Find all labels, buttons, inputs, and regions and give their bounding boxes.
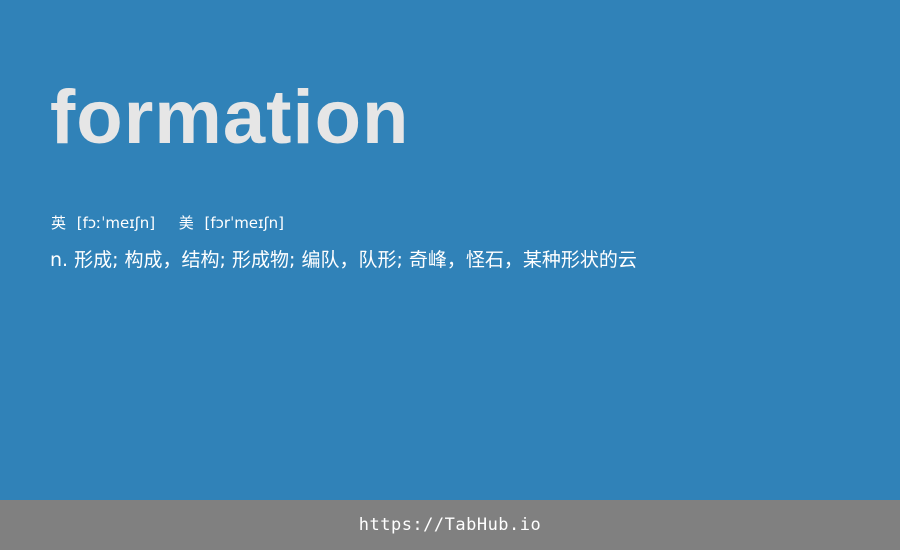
word-card: formation 英 [fɔːˈmeɪʃn] 美 [fɔrˈmeɪʃn] n.…: [0, 0, 900, 500]
phonetics-row: 英 [fɔːˈmeɪʃn] 美 [fɔrˈmeɪʃn]: [51, 212, 284, 234]
footer-link[interactable]: https://TabHub.io: [359, 515, 542, 535]
us-pronunciation: [fɔrˈmeɪʃn]: [204, 214, 285, 232]
footer-bar: https://TabHub.io: [0, 500, 900, 550]
uk-label: 英: [51, 214, 67, 232]
headword: formation: [50, 75, 410, 160]
us-label: 美: [178, 214, 194, 232]
definition-text: n. 形成; 构成，结构; 形成物; 编队，队形; 奇峰，怪石，某种形状的云: [50, 249, 637, 271]
uk-pronunciation: [fɔːˈmeɪʃn]: [76, 214, 156, 232]
